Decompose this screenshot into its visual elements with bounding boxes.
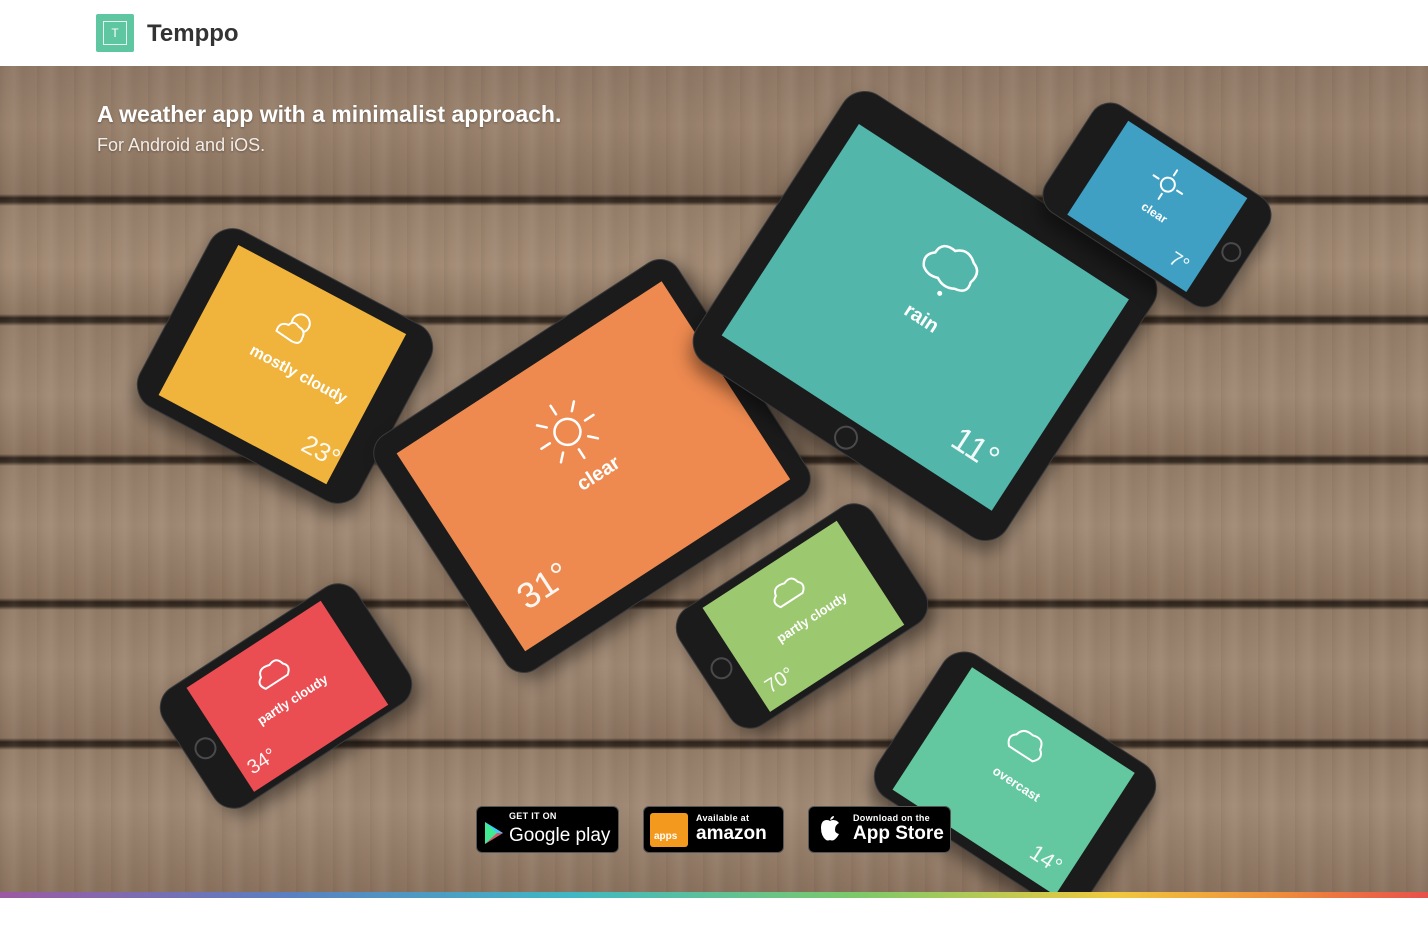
temperature-label: 11° xyxy=(944,419,1007,479)
weather-screen: mostly cloudy 23° xyxy=(158,244,407,485)
cloud-sun-icon xyxy=(275,313,311,344)
iphone-partly-cloudy-red: partly cloudy 34° xyxy=(150,574,422,818)
app-store-badge[interactable]: Download on the App Store xyxy=(808,806,951,853)
amazon-apps-tag: apps xyxy=(654,831,678,842)
temperature-label: 70° xyxy=(761,663,799,699)
amazon-big-text: amazon xyxy=(696,823,767,844)
partly-cloudy-icon xyxy=(773,577,805,609)
site-header: T Temppo xyxy=(0,0,1428,66)
google-small-text: GET IT ON xyxy=(509,811,557,821)
apple-big-text: App Store xyxy=(853,823,944,844)
temppo-logo[interactable]: T xyxy=(96,14,134,52)
temperature-label: 7° xyxy=(1164,247,1193,277)
weather-screen: partly cloudy 70° xyxy=(702,520,905,712)
hero-section: A weather app with a minimalist approach… xyxy=(0,66,1428,892)
temperature-label: 14° xyxy=(1025,839,1067,879)
home-button xyxy=(706,653,737,684)
condition-label: rain xyxy=(900,299,943,338)
weather-screen: overcast 14° xyxy=(892,667,1135,892)
hero-title: A weather app with a minimalist approach… xyxy=(97,101,562,127)
temperature-label: 31° xyxy=(509,553,578,618)
google-play-badge[interactable]: GET IT ON Google play xyxy=(476,806,619,853)
hero-subtitle: For Android and iOS. xyxy=(97,135,266,155)
home-button xyxy=(190,733,221,764)
store-badges: GET IT ON Google play apps Available at … xyxy=(476,806,952,856)
rainbow-divider xyxy=(0,892,1428,898)
home-button xyxy=(1217,238,1246,266)
google-play-icon xyxy=(485,822,503,844)
google-big-text: Google play xyxy=(509,825,611,846)
brand-name[interactable]: Temppo xyxy=(147,20,239,48)
cloud-icon xyxy=(1007,729,1043,763)
temperature-label: 34° xyxy=(243,744,281,780)
temperature-label: 23° xyxy=(296,428,346,474)
amazon-small-text: Available at xyxy=(696,813,750,823)
amazon-apps-logo: apps xyxy=(650,813,688,847)
weather-screen: partly cloudy 34° xyxy=(186,600,389,792)
home-button xyxy=(829,421,863,455)
apple-small-text: Download on the xyxy=(853,813,930,823)
apple-icon xyxy=(821,816,839,841)
logo-letter: T xyxy=(103,21,127,45)
amazon-badge[interactable]: apps Available at amazon xyxy=(643,806,784,853)
